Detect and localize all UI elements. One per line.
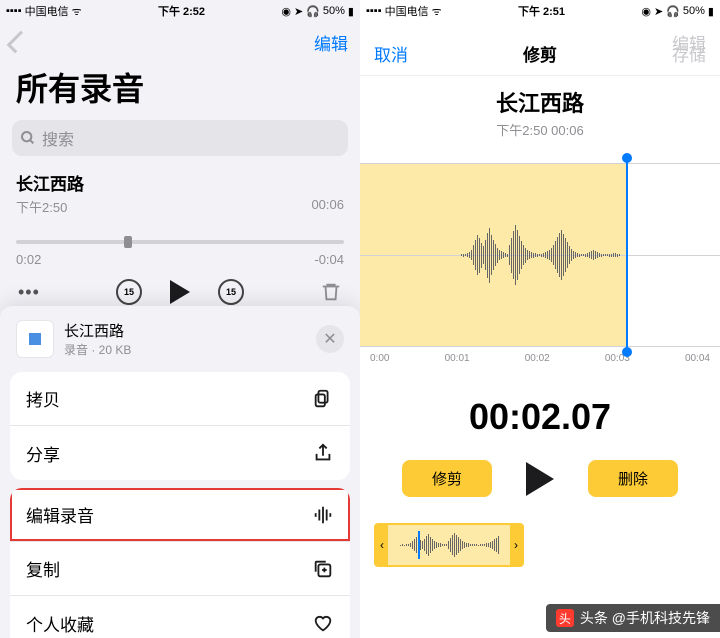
- battery-label: 50%: [683, 5, 705, 17]
- location-icon: ➤: [294, 5, 303, 18]
- duplicate-icon: [312, 558, 334, 580]
- recording-duration: 00:06: [311, 197, 344, 216]
- trim-recording-title: 长江西路: [360, 86, 720, 118]
- trim-handle-right[interactable]: ›: [510, 525, 522, 565]
- ruler-tick: 0:00: [370, 353, 389, 364]
- sheet-title: 长江西路: [64, 320, 306, 341]
- signal-icon: ▪▪▪▪: [366, 5, 382, 17]
- status-time: 下午 2:52: [158, 3, 205, 19]
- edit-label-behind: 编辑: [672, 30, 706, 55]
- trash-icon[interactable]: [320, 281, 342, 303]
- battery-icon: ▮: [348, 5, 354, 18]
- location-icon: ➤: [654, 5, 663, 18]
- menu-group-2: 编辑录音 复制 个人收藏: [10, 488, 350, 638]
- toutiao-icon: 头: [556, 609, 574, 627]
- playhead[interactable]: [626, 158, 628, 352]
- wifi-icon: ᯤ: [72, 4, 82, 19]
- headphone-icon: 🎧: [666, 5, 680, 18]
- skip-forward-button[interactable]: 15: [218, 279, 244, 305]
- carrier-label: 中国电信: [385, 3, 429, 19]
- status-bar: ▪▪▪▪ 中国电信 ᯤ 下午 2:51 ◉ ➤ 🎧 50% ▮: [360, 0, 720, 22]
- wifi-icon: ᯤ: [432, 4, 442, 19]
- trim-nav-title: 修剪: [523, 41, 557, 66]
- skip-back-button[interactable]: 15: [116, 279, 142, 305]
- menu-label: 编辑录音: [26, 502, 94, 527]
- close-button[interactable]: ✕: [316, 325, 344, 353]
- trim-controls: 修剪 删除: [360, 460, 720, 497]
- compass-icon: ◉: [641, 5, 651, 18]
- share-icon: [312, 442, 334, 464]
- compass-icon: ◉: [281, 5, 291, 18]
- battery-icon: ▮: [708, 5, 714, 18]
- left-screenshot: ▪▪▪▪ 中国电信 ᯤ 下午 2:52 ◉ ➤ 🎧 50% ▮ 编辑 所有录音 …: [0, 0, 360, 638]
- menu-label: 分享: [26, 441, 60, 466]
- nav-bar: 编辑: [0, 22, 360, 62]
- cancel-button[interactable]: 取消: [374, 41, 408, 66]
- menu-duplicate[interactable]: 复制: [10, 542, 350, 596]
- mini-waveform: [388, 533, 510, 557]
- current-time-display: 00:02.07: [360, 396, 720, 438]
- headphone-icon: 🎧: [306, 5, 320, 18]
- waveform-bars: [360, 164, 720, 346]
- waveform-area[interactable]: [360, 163, 720, 347]
- menu-share[interactable]: 分享: [10, 426, 350, 480]
- back-chevron-icon[interactable]: [7, 31, 30, 54]
- scrubber-times: 0:02 -0:04: [0, 248, 360, 279]
- menu-group-1: 拷贝 分享: [10, 372, 350, 480]
- scrubber-track[interactable]: [16, 240, 344, 244]
- battery-label: 50%: [323, 5, 345, 17]
- sheet-thumbnail: [16, 320, 54, 358]
- menu-label: 拷贝: [26, 386, 60, 411]
- close-icon: ✕: [323, 329, 336, 349]
- trim-recording-sub: 下午2:50 00:06: [360, 120, 720, 139]
- recording-item[interactable]: 长江西路 下午2:50 00:06: [0, 156, 360, 226]
- page-title: 所有录音: [0, 62, 360, 120]
- time-ruler: 0:00 00:01 00:02 00:03 00:04: [360, 347, 720, 370]
- play-button[interactable]: [170, 280, 190, 304]
- recording-title: 长江西路: [16, 170, 344, 195]
- ruler-tick: 00:02: [525, 353, 550, 364]
- search-placeholder: 搜索: [42, 126, 74, 150]
- credit-text: 头条 @手机科技先锋: [580, 608, 710, 628]
- carrier-label: 中国电信: [25, 3, 69, 19]
- trim-button[interactable]: 修剪: [402, 460, 492, 497]
- menu-edit-recording[interactable]: 编辑录音: [10, 488, 350, 542]
- scrubber-knob[interactable]: [124, 236, 132, 248]
- status-bar: ▪▪▪▪ 中国电信 ᯤ 下午 2:52 ◉ ➤ 🎧 50% ▮: [0, 0, 360, 22]
- delete-button[interactable]: 删除: [588, 460, 678, 497]
- credit-watermark: 头 头条 @手机科技先锋: [546, 604, 720, 632]
- waveform-icon: [25, 329, 45, 349]
- edit-button[interactable]: 编辑: [314, 30, 348, 55]
- signal-icon: ▪▪▪▪: [6, 5, 22, 17]
- play-button[interactable]: [526, 462, 554, 496]
- menu-copy[interactable]: 拷贝: [10, 372, 350, 426]
- scrub-position: 0:02: [16, 252, 41, 267]
- scrub-remaining: -0:04: [314, 252, 344, 267]
- mini-scrubber[interactable]: ‹ ›: [374, 523, 706, 567]
- sheet-subtitle: 录音 · 20 KB: [64, 341, 306, 358]
- heart-icon: [312, 612, 334, 634]
- search-icon: [20, 130, 36, 146]
- waveform-icon: [312, 504, 334, 526]
- menu-favorite[interactable]: 个人收藏: [10, 596, 350, 638]
- ruler-tick: 00:04: [685, 353, 710, 364]
- right-screenshot: ▪▪▪▪ 中国电信 ᯤ 下午 2:51 ◉ ➤ 🎧 50% ▮ 编辑 取消 修剪…: [360, 0, 720, 638]
- share-sheet: 长江西路 录音 · 20 KB ✕ 拷贝 分享 编辑录音 复制: [0, 306, 360, 638]
- trim-handle-left[interactable]: ‹: [376, 525, 388, 565]
- status-time: 下午 2:51: [518, 3, 565, 19]
- copy-icon: [312, 388, 334, 410]
- search-input[interactable]: 搜索: [12, 120, 348, 156]
- menu-label: 个人收藏: [26, 611, 94, 636]
- recording-time: 下午2:50: [16, 197, 67, 216]
- menu-label: 复制: [26, 556, 60, 581]
- ruler-tick: 00:01: [445, 353, 470, 364]
- more-icon[interactable]: •••: [18, 282, 40, 303]
- mini-playhead[interactable]: [418, 531, 420, 559]
- trim-nav-bar: 取消 修剪 存储: [360, 32, 720, 76]
